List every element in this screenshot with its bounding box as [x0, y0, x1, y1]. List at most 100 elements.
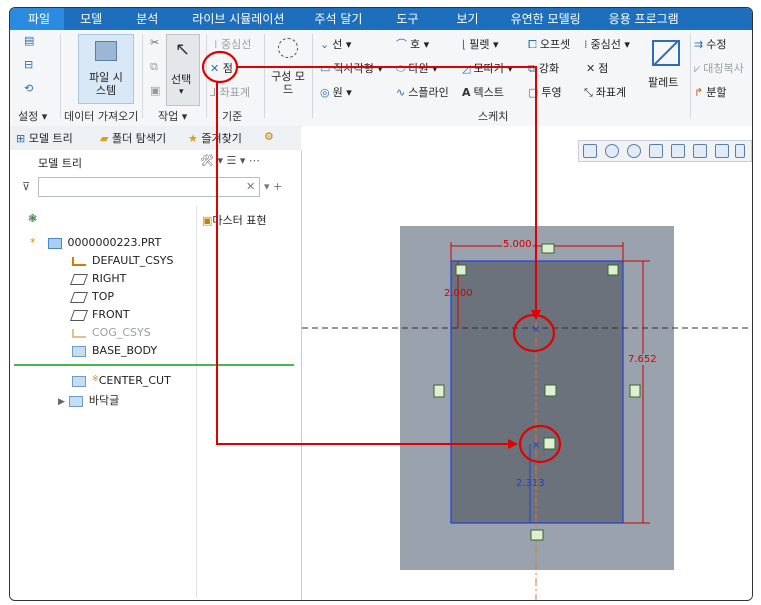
arc-icon: ⌒ — [396, 38, 407, 51]
display-style-icon[interactable] — [671, 144, 685, 158]
tree-item-top[interactable]: TOP — [69, 290, 114, 303]
refit-icon[interactable] — [583, 144, 597, 158]
sketch-line[interactable]: ⌄ 선 ▾ — [320, 36, 351, 52]
edit-divide[interactable]: ↱ 분할 — [694, 84, 726, 100]
menu-file[interactable]: 파일 — [10, 8, 65, 30]
ribbon: ▤ ⊟ ⟲ 설정 ▾ 파일 시 스템 데이터 가져오기 ✂ ⧉ ▣ ↖ 선택 ▾… — [10, 30, 752, 127]
setup-icon-1[interactable]: ▤ — [24, 34, 37, 47]
zoom-out-icon[interactable] — [627, 144, 641, 158]
divider — [690, 34, 691, 118]
datum-coord[interactable]: ⅃ 좌표계 — [210, 84, 250, 100]
add-filter-icon[interactable]: ▾ + — [264, 180, 282, 193]
saved-views-icon[interactable] — [693, 144, 707, 158]
filter-icon[interactable]: ⊽ — [22, 180, 30, 193]
paste-icon[interactable]: ▣ — [150, 84, 160, 97]
fillet-icon: ⌊ — [462, 38, 467, 51]
sketch-offset[interactable]: ⧠ 오프셋 — [528, 36, 570, 52]
clear-search-icon[interactable]: ✕ — [246, 180, 255, 193]
tree-search-input[interactable] — [38, 177, 260, 197]
sketch-view-icon[interactable] — [735, 144, 745, 158]
view-toolbar — [578, 140, 752, 162]
setup-icon-2[interactable]: ⊟ — [24, 58, 36, 71]
sketch-text[interactable]: A 텍스트 — [462, 84, 504, 100]
display-icon[interactable]: ❃ — [28, 212, 37, 225]
sketch-thicken[interactable]: ⧉ 강화 — [528, 60, 559, 76]
sketch-coord[interactable]: ⤡ 좌표계 — [584, 84, 626, 100]
sketch-project[interactable]: ▢ 투영 — [528, 84, 562, 100]
sketch-rectangle[interactable]: ▭ 직사각형 ▾ — [320, 60, 383, 76]
sketch-arc[interactable]: ⌒ 호 ▾ — [396, 36, 429, 52]
tree-item-cog-csys[interactable]: COG_CSYS — [72, 326, 151, 339]
settings-icon[interactable]: ⚙ — [264, 130, 274, 143]
new-badge-icon: ※ — [92, 374, 99, 383]
menu-applications[interactable]: 응용 프로그램 — [599, 8, 679, 30]
star-icon: * — [30, 236, 36, 249]
construct-mode-button[interactable]: 구성 모 드 — [268, 34, 308, 104]
column-header-master-rep[interactable]: ▣마스터 표현 — [202, 212, 267, 228]
select-label: 선택 — [171, 73, 192, 86]
menu-model[interactable]: 모델 — [64, 8, 124, 30]
tab-folder-browser[interactable]: ▰ 폴더 탐색기 — [100, 130, 166, 146]
tree-item-base-body[interactable]: BASE_BODY — [72, 344, 157, 357]
menu-live-simulation[interactable]: 라이브 시뮬레이션 — [180, 8, 302, 30]
zoom-in-icon[interactable] — [605, 144, 619, 158]
csys-icon — [72, 256, 86, 266]
setup-group-label[interactable]: 설정 ▾ — [18, 108, 47, 124]
tree-item-center-cut[interactable]: ※CENTER_CUT — [72, 374, 171, 387]
file-system-button[interactable]: 파일 시 스템 — [78, 34, 134, 104]
sketch-circle[interactable]: ◎ 원 ▾ — [320, 84, 352, 100]
tree-item-right[interactable]: RIGHT — [69, 272, 126, 285]
graphics-window[interactable] — [302, 126, 752, 600]
dim-width[interactable]: 5.000 — [502, 239, 533, 250]
tree-item-footer[interactable]: ▶ 바닥글 — [58, 392, 119, 408]
sketch-chamfer[interactable]: ◿ 모따기 ▾ — [462, 60, 513, 76]
copy-icon[interactable]: ⧉ — [150, 60, 158, 74]
menu-analysis[interactable]: 분석 — [124, 8, 180, 30]
datum-centerline[interactable]: ⁞ 중심선 — [214, 36, 251, 52]
datum-group-label: 기준 — [222, 110, 243, 123]
tab-model-tree[interactable]: ⊞ 모델 트리 — [16, 130, 73, 146]
operations-group-label[interactable]: 작업 ▾ — [158, 108, 187, 124]
dim-bottom-offset[interactable]: 2.313 — [516, 478, 545, 489]
construct-mode-icon — [278, 38, 298, 58]
menu-annotate[interactable]: 주석 달기 — [302, 8, 384, 30]
tree-item-front[interactable]: FRONT — [69, 308, 130, 321]
dim-height[interactable]: 7.652 — [628, 354, 657, 365]
palette-label: 팔레트 — [648, 76, 679, 89]
dim-top-offset[interactable]: 2.000 — [444, 288, 473, 299]
edit-modify[interactable]: ⇉ 수정 — [694, 36, 726, 52]
select-arrow-icon: ↖ — [175, 39, 191, 60]
sketch-centerline[interactable]: ⁞ 중심선 ▾ — [584, 36, 630, 52]
divider — [60, 34, 61, 118]
folder-icon: ▰ — [100, 132, 109, 145]
sketch-ellipse[interactable]: ⬭ 타원 ▾ — [396, 60, 438, 76]
select-button[interactable]: ↖ 선택 ▾ — [166, 34, 200, 106]
palette-button[interactable]: 팔레트 — [646, 34, 686, 104]
csys-icon — [72, 328, 86, 338]
line-icon: ⌄ — [320, 38, 330, 51]
coord-icon: ⅃ — [210, 86, 220, 99]
get-data-group-label: 데이터 가져오기 — [64, 110, 139, 123]
menu-flexible-modeling[interactable]: 유연한 모델링 — [499, 8, 599, 30]
expand-arrow-icon: ▶ — [58, 397, 65, 407]
sketch-spline[interactable]: ∿ 스플라인 — [396, 84, 449, 100]
sketch-fillet[interactable]: ⌊ 필렛 ▾ — [462, 36, 499, 52]
menu-tools[interactable]: 도구 — [384, 8, 444, 30]
insert-indicator — [14, 364, 294, 366]
footer-icon — [68, 395, 83, 407]
sketch-point[interactable]: ✕ 점 — [586, 60, 608, 76]
tree-item-part[interactable]: * 0000000223.PRT — [30, 236, 161, 249]
project-icon: ▢ — [528, 86, 539, 99]
column-divider — [196, 206, 197, 598]
menu-view[interactable]: 보기 — [445, 8, 499, 30]
cut-icon[interactable]: ✂ — [150, 36, 159, 49]
datum-display-icon[interactable] — [715, 144, 729, 158]
edit-mirror[interactable]: ⩗ 대칭복사 — [694, 60, 744, 76]
tab-favorites[interactable]: ★ 즐겨찾기 — [188, 130, 242, 146]
tree-item-default-csys[interactable]: DEFAULT_CSYS — [72, 254, 174, 267]
tree-settings-icon[interactable]: 🛠 ▾ ☰ ▾ ⋯ — [200, 154, 260, 167]
datum-point[interactable]: ✕ 점 — [210, 60, 233, 76]
rectangle-icon: ▭ — [320, 62, 331, 75]
setup-icon-3[interactable]: ⟲ — [24, 82, 36, 95]
repaint-icon[interactable] — [649, 144, 663, 158]
